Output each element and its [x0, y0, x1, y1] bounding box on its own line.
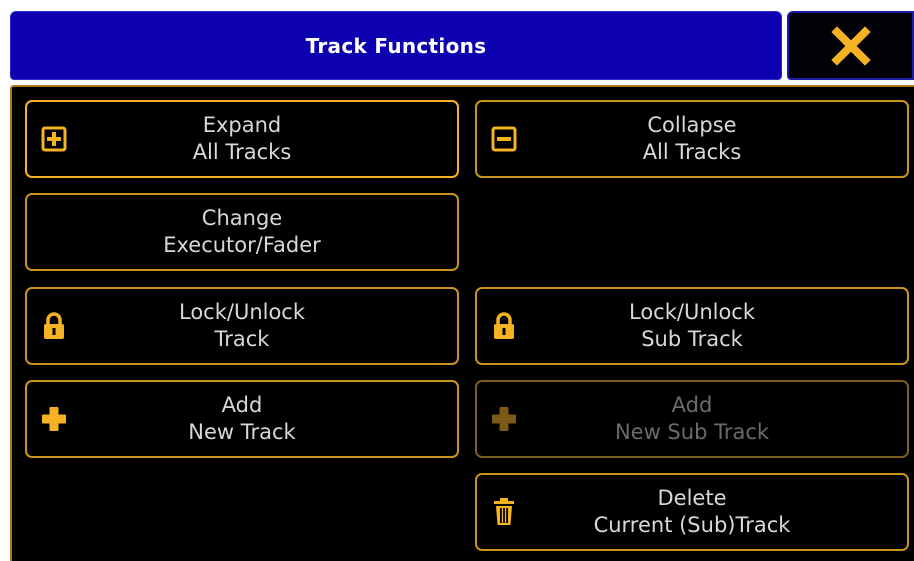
change-label-line2: Executor/Fader: [163, 233, 321, 257]
lock-unlock-sub-track-button[interactable]: Lock/Unlock Sub Track: [475, 287, 909, 365]
title-bar: Track Functions: [10, 11, 782, 80]
collapse-all-tracks-button[interactable]: Collapse All Tracks: [475, 100, 909, 178]
track-functions-dialog: Track Functions Expand All Tracks Collap…: [0, 0, 914, 561]
close-icon: [830, 25, 871, 66]
trash-icon: [489, 497, 519, 527]
add-new-sub-track-button[interactable]: Add New Sub Track: [475, 380, 909, 458]
plus-icon: [39, 404, 69, 434]
plus-square-icon: [39, 124, 69, 154]
add-sub-track-label-line2: New Sub Track: [614, 420, 770, 444]
close-button[interactable]: [787, 11, 914, 80]
delete-label-line2: Current (Sub)Track: [593, 513, 791, 537]
lock-sub-track-label-line1: Lock/Unlock: [628, 300, 756, 324]
change-label-line1: Change: [201, 206, 283, 230]
add-track-label-line2: New Track: [188, 420, 296, 444]
lock-icon: [489, 311, 519, 341]
dialog-title: Track Functions: [305, 33, 487, 58]
change-executor-fader-button[interactable]: Change Executor/Fader: [25, 193, 459, 271]
add-new-track-button[interactable]: Add New Track: [25, 380, 459, 458]
collapse-label-line1: Collapse: [647, 113, 737, 137]
expand-label-line1: Expand: [202, 113, 282, 137]
lock-unlock-track-button[interactable]: Lock/Unlock Track: [25, 287, 459, 365]
delete-current-track-button[interactable]: Delete Current (Sub)Track: [475, 473, 909, 551]
plus-icon: [489, 404, 519, 434]
expand-all-tracks-button[interactable]: Expand All Tracks: [25, 100, 459, 178]
add-track-label-line1: Add: [221, 393, 263, 417]
lock-track-label-line1: Lock/Unlock: [178, 300, 306, 324]
add-sub-track-label-line1: Add: [671, 393, 713, 417]
lock-track-label-line2: Track: [214, 327, 270, 351]
expand-label-line2: All Tracks: [192, 140, 292, 164]
collapse-label-line2: All Tracks: [642, 140, 742, 164]
lock-icon: [39, 311, 69, 341]
delete-label-line1: Delete: [657, 486, 727, 510]
minus-square-icon: [489, 124, 519, 154]
lock-sub-track-label-line2: Sub Track: [641, 327, 743, 351]
